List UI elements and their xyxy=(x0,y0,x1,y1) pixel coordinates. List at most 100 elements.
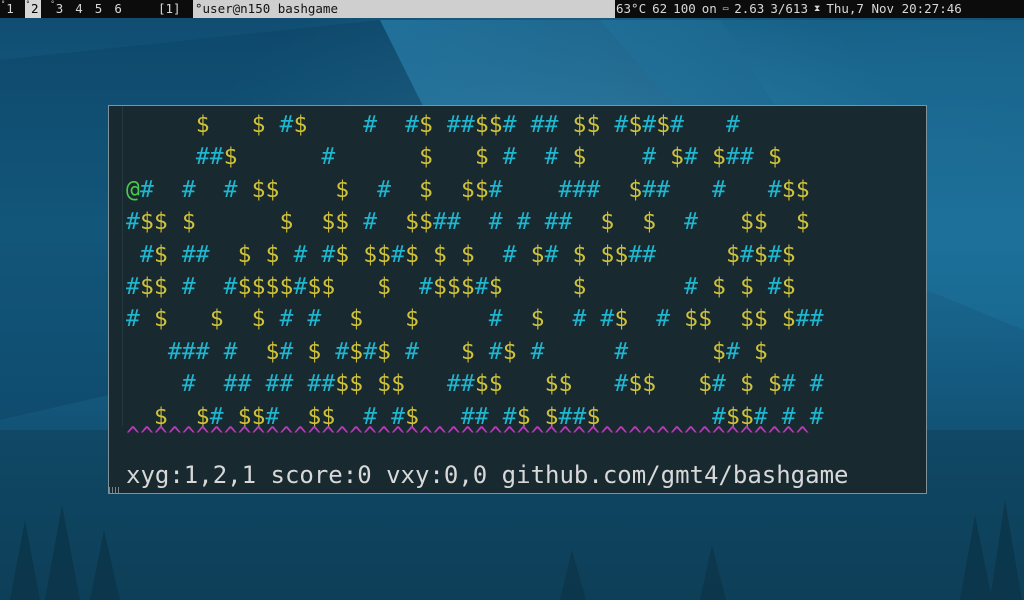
board-row: ##$ # $ $ # # $ # $# $## $ xyxy=(126,141,824,173)
empty-cell xyxy=(238,144,252,170)
coin-cell: $ xyxy=(307,338,322,365)
coin-cell: $ xyxy=(363,241,378,268)
empty-cell xyxy=(168,242,182,268)
empty-cell xyxy=(684,177,698,203)
resize-grip[interactable] xyxy=(109,487,121,493)
coin-cell: $ xyxy=(419,176,433,203)
empty-cell xyxy=(126,144,140,170)
workspace-4[interactable]: 4 xyxy=(74,0,85,18)
empty-cell xyxy=(433,112,447,138)
empty-cell xyxy=(238,306,252,332)
empty-cell xyxy=(279,144,293,170)
wall-cell: # xyxy=(321,371,336,398)
empty-cell xyxy=(335,306,349,332)
wall-cell: # xyxy=(642,112,657,138)
coin-cell: $ xyxy=(725,241,740,268)
wall-cell: # xyxy=(293,241,308,268)
layout-indicator[interactable]: [1] xyxy=(158,0,181,18)
coin-cell: $ xyxy=(335,209,350,236)
empty-cell xyxy=(293,177,307,203)
coin-cell: $ xyxy=(237,273,252,300)
workspace-6[interactable]: 6 xyxy=(113,0,124,18)
empty-cell xyxy=(168,371,182,397)
empty-cell xyxy=(405,274,419,300)
empty-cell xyxy=(252,144,266,170)
empty-cell xyxy=(391,112,405,138)
empty-cell xyxy=(447,306,461,332)
empty-cell xyxy=(140,306,154,332)
empty-cell xyxy=(670,177,684,203)
empty-cell xyxy=(210,274,224,300)
empty-cell xyxy=(489,144,503,170)
empty-cell xyxy=(140,371,154,397)
coin-cell: $ xyxy=(544,371,559,398)
wall-cell: # xyxy=(725,338,740,365)
wall-cell: # xyxy=(781,371,796,398)
wall-cell: # xyxy=(767,176,782,203)
wall-cell: # xyxy=(363,209,378,236)
empty-cell xyxy=(140,339,154,365)
wall-cell: # xyxy=(460,371,475,398)
terminal-window[interactable]: $ $ #$ # #$ ##$$# ## $$ #$#$# # ##$ # $ … xyxy=(108,105,927,494)
workspace-3[interactable]: °3 xyxy=(50,0,66,18)
empty-cell xyxy=(656,144,670,170)
workspace-1[interactable]: °1 xyxy=(0,0,16,18)
empty-cell xyxy=(475,306,489,332)
wall-cell: # xyxy=(419,273,433,300)
empty-cell xyxy=(168,306,182,332)
empty-cell xyxy=(517,242,531,268)
empty-cell xyxy=(656,209,670,235)
empty-cell xyxy=(182,144,196,170)
workspace-2[interactable]: °2 xyxy=(24,0,41,18)
empty-cell xyxy=(210,177,224,203)
empty-cell xyxy=(168,144,182,170)
empty-cell xyxy=(573,339,587,365)
empty-cell xyxy=(321,112,335,138)
empty-cell xyxy=(349,144,363,170)
coin-cell: $ xyxy=(153,209,168,236)
empty-cell xyxy=(586,339,600,365)
window-title[interactable]: °user@n150 bashgame xyxy=(193,0,615,18)
coin-cell: $ xyxy=(251,112,266,138)
empty-cell xyxy=(712,112,726,138)
empty-cell xyxy=(405,177,419,203)
empty-cell xyxy=(293,306,307,332)
coin-cell: $ xyxy=(586,112,601,138)
wall-cell: # xyxy=(712,176,726,203)
empty-cell xyxy=(447,339,461,365)
empty-cell xyxy=(586,306,600,332)
empty-cell xyxy=(600,177,614,203)
wall-cell: # xyxy=(544,241,559,268)
empty-cell xyxy=(475,339,489,365)
coin-cell: $ xyxy=(460,273,475,300)
empty-cell xyxy=(210,339,224,365)
coin-cell: $ xyxy=(530,306,545,333)
coin-cell: $ xyxy=(139,209,154,236)
wall-cell: # xyxy=(544,209,559,236)
empty-cell xyxy=(168,274,182,300)
cpu-usage: 62 xyxy=(652,1,668,16)
empty-cell xyxy=(517,112,531,138)
empty-cell xyxy=(433,144,447,170)
empty-cell xyxy=(531,177,545,203)
empty-cell xyxy=(559,112,573,138)
empty-cell xyxy=(419,339,433,365)
coin-cell: $ xyxy=(474,371,489,398)
coin-cell: $ xyxy=(419,112,433,138)
workspace-5[interactable]: 5 xyxy=(94,0,105,18)
empty-cell xyxy=(433,339,447,365)
empty-cell xyxy=(335,112,349,138)
empty-cell xyxy=(628,274,642,300)
empty-cell xyxy=(754,177,768,203)
wall-cell: # xyxy=(446,371,461,398)
coin-cell: $ xyxy=(251,273,266,300)
empty-cell xyxy=(726,209,740,235)
empty-cell xyxy=(614,209,628,235)
wall-cell: # xyxy=(656,176,671,203)
wall-cell: # xyxy=(237,371,252,398)
system-status: 63°C 62 100 on ▭ 2.63 3/613 ⧗ Thu,7 Nov 20… xyxy=(616,0,968,18)
wall-cell: # xyxy=(209,144,224,171)
empty-cell xyxy=(349,209,363,235)
empty-cell xyxy=(391,274,405,300)
wall-cell: # xyxy=(474,273,489,300)
